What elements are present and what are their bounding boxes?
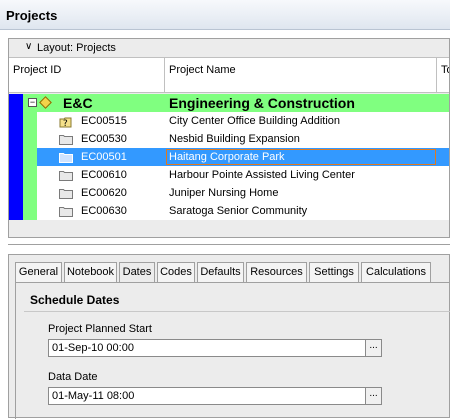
- group-band: [23, 166, 37, 184]
- svg-text:?: ?: [63, 119, 68, 129]
- tab-defaults[interactable]: Defaults: [197, 262, 244, 282]
- table-row[interactable]: ? EC00515 City Center Office Building Ad…: [9, 112, 449, 130]
- group-band: [23, 202, 37, 220]
- panel-splitter[interactable]: [8, 244, 450, 248]
- section-title: Schedule Dates: [30, 293, 120, 307]
- project-id: EC00620: [81, 187, 127, 199]
- data-date-value: 01-May-11 08:00: [52, 390, 135, 402]
- tab-defaults-label: Defaults: [200, 266, 241, 278]
- chevron-down-icon[interactable]: ∨: [25, 41, 32, 52]
- folder-icon: [59, 206, 73, 217]
- group-band: [23, 130, 37, 148]
- wbs-band: [9, 94, 23, 112]
- planned-start-picker-button[interactable]: ...: [365, 340, 381, 356]
- column-header-project-id[interactable]: Project ID: [9, 58, 165, 93]
- group-band: [23, 112, 37, 130]
- dates-tab-content: Schedule Dates Project Planned Start 01-…: [15, 282, 450, 419]
- wbs-band: [9, 166, 23, 184]
- group-band: [23, 148, 37, 166]
- project-id: EC00501: [81, 151, 127, 163]
- tab-resources-label: Resources: [250, 266, 303, 278]
- project-name: Saratoga Senior Community: [169, 205, 308, 217]
- tab-dates[interactable]: Dates: [119, 262, 155, 283]
- project-name: Juniper Nursing Home: [169, 187, 279, 199]
- window-title-bar: Projects: [0, 0, 450, 30]
- wbs-band: [9, 148, 23, 166]
- column-header-project-name-label: Project Name: [169, 64, 236, 76]
- wbs-band: [9, 184, 23, 202]
- wbs-band: [9, 130, 23, 148]
- project-name: City Center Office Building Addition: [169, 115, 340, 127]
- planned-start-label: Project Planned Start: [48, 323, 152, 335]
- project-id: EC00515: [81, 115, 127, 127]
- folder-icon: [59, 152, 73, 163]
- tab-calculations[interactable]: Calculations: [361, 262, 431, 282]
- group-name: Engineering & Construction: [169, 95, 355, 111]
- table-row[interactable]: EC00530 Nesbid Building Expansion: [9, 130, 449, 148]
- data-date-picker-button[interactable]: ...: [365, 388, 381, 404]
- project-id: EC00610: [81, 169, 127, 181]
- eps-diamond-icon: [39, 96, 52, 109]
- grid-header: Project ID Project Name To: [9, 57, 449, 93]
- tab-general[interactable]: General: [15, 262, 62, 282]
- projects-grid: − E&C Engineering & Construction ? EC005…: [9, 94, 449, 220]
- table-row[interactable]: EC00630 Saratoga Senior Community: [9, 202, 449, 220]
- tab-dates-label: Dates: [122, 266, 152, 278]
- folder-icon: [59, 134, 73, 145]
- layout-bar[interactable]: ∨ Layout: Projects: [9, 39, 449, 57]
- project-name: Haitang Corporate Park: [169, 151, 285, 163]
- data-date-field[interactable]: 01-May-11 08:00 ...: [48, 387, 382, 405]
- tab-notebook[interactable]: Notebook: [64, 262, 117, 282]
- wbs-band: [9, 202, 23, 220]
- table-row-selected[interactable]: EC00501 Haitang Corporate Park: [9, 148, 449, 166]
- table-row[interactable]: EC00620 Juniper Nursing Home: [9, 184, 449, 202]
- project-id: EC00630: [81, 205, 127, 217]
- project-name: Harbour Pointe Assisted Living Center: [169, 169, 355, 181]
- planned-start-value: 01-Sep-10 00:00: [52, 342, 134, 354]
- column-header-project-id-label: Project ID: [13, 64, 62, 76]
- project-checkout-icon: ?: [59, 116, 73, 129]
- project-id: EC00530: [81, 133, 127, 145]
- wbs-band: [9, 112, 23, 130]
- column-header-truncated-label: To: [441, 64, 449, 76]
- tab-settings-label: Settings: [314, 266, 354, 278]
- tab-settings[interactable]: Settings: [309, 262, 359, 282]
- folder-icon: [59, 170, 73, 181]
- table-row[interactable]: EC00610 Harbour Pointe Assisted Living C…: [9, 166, 449, 184]
- details-panel: General Notebook Dates Codes Defaults Re…: [8, 254, 450, 419]
- grid-empty-area: [9, 220, 449, 237]
- group-row[interactable]: − E&C Engineering & Construction: [9, 94, 449, 112]
- column-header-project-name[interactable]: Project Name: [165, 58, 437, 93]
- layout-label: Layout: Projects: [37, 42, 116, 54]
- tab-codes[interactable]: Codes: [157, 262, 195, 282]
- window-title: Projects: [6, 8, 58, 23]
- folder-icon: [59, 188, 73, 199]
- tab-notebook-label: Notebook: [66, 266, 115, 278]
- data-date-label: Data Date: [48, 371, 98, 383]
- project-name: Nesbid Building Expansion: [169, 133, 300, 145]
- group-id: E&C: [63, 95, 93, 111]
- tab-general-label: General: [18, 266, 59, 278]
- projects-grid-panel: ∨ Layout: Projects Project ID Project Na…: [8, 38, 450, 238]
- planned-start-field[interactable]: 01-Sep-10 00:00 ...: [48, 339, 382, 357]
- tab-codes-label: Codes: [160, 266, 192, 278]
- group-band: [23, 184, 37, 202]
- tab-calculations-label: Calculations: [366, 266, 426, 278]
- section-divider: [24, 311, 450, 312]
- collapse-icon[interactable]: −: [28, 98, 37, 107]
- tab-resources[interactable]: Resources: [246, 262, 307, 282]
- column-header-truncated[interactable]: To: [437, 58, 449, 93]
